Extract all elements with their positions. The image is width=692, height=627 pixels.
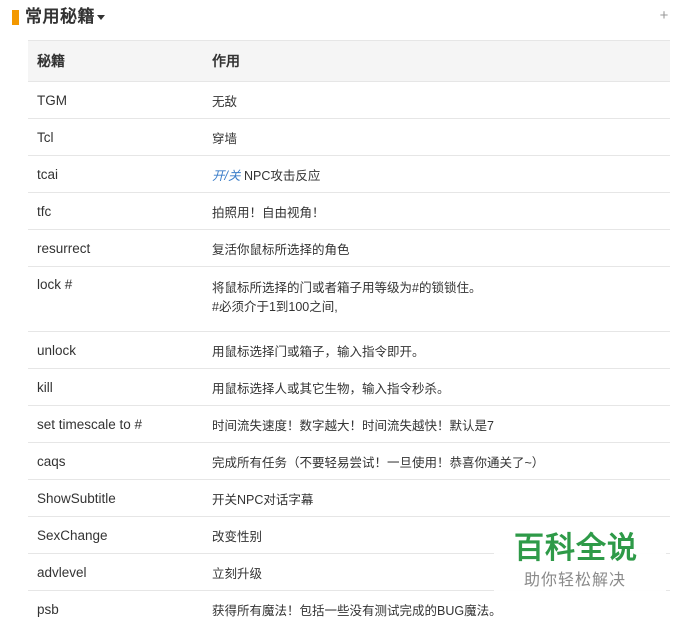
cheat-effect: 穿墙 — [203, 118, 670, 156]
cheat-code: ShowSubtitle — [28, 479, 203, 517]
watermark-subtitle: 助你轻松解决 — [524, 572, 627, 589]
table-row: caqs 完成所有任务（不要轻易尝试！一旦使用！恭喜你通关了~） — [28, 442, 670, 480]
cheat-code: unlock — [28, 331, 203, 369]
page: 常用秘籍 + 秘籍 作用 TGM 无敌 Tcl 穿墙 tcai 开/关 NPC攻… — [0, 0, 692, 627]
caret-down-icon[interactable] — [97, 15, 105, 20]
cheat-effect-line-1: 将鼠标所选择的门或者箱子用等级为#的锁锁住。 — [212, 281, 482, 295]
cheat-effect-line-2: #必须介于1到100之间, — [212, 300, 338, 314]
cheat-code: caqs — [28, 442, 203, 480]
cheat-code: set timescale to # — [28, 405, 203, 443]
cheat-code: psb — [28, 590, 203, 627]
cheat-effect-text: NPC攻击反应 — [240, 168, 321, 183]
table-row: tcai 开/关 NPC攻击反应 — [28, 155, 670, 193]
table-row: Tcl 穿墙 — [28, 118, 670, 156]
table-row: ShowSubtitle 开关NPC对话字幕 — [28, 479, 670, 517]
cheat-code: tcai — [28, 155, 203, 193]
cheat-effect: 完成所有任务（不要轻易尝试！一旦使用！恭喜你通关了~） — [203, 442, 670, 480]
table-row: unlock 用鼠标选择门或箱子，输入指令即开。 — [28, 331, 670, 369]
cheat-effect: 将鼠标所选择的门或者箱子用等级为#的锁锁住。 #必须介于1到100之间, — [203, 266, 670, 332]
cheat-effect: 无敌 — [203, 81, 670, 119]
cheat-effect: 复活你鼠标所选择的角色 — [203, 229, 670, 267]
cheat-code: lock # — [28, 266, 203, 332]
table-row: kill 用鼠标选择人或其它生物，输入指令秒杀。 — [28, 368, 670, 406]
cheat-code: Tcl — [28, 118, 203, 156]
cheat-code: tfc — [28, 192, 203, 230]
cheat-code: TGM — [28, 81, 203, 119]
cheat-code: resurrect — [28, 229, 203, 267]
table-row: set timescale to # 时间流失速度！数字越大！时间流失越快！默认… — [28, 405, 670, 443]
section-header: 常用秘籍 + — [0, 0, 692, 36]
table-header-row: 秘籍 作用 — [28, 40, 670, 82]
table-row: resurrect 复活你鼠标所选择的角色 — [28, 229, 670, 267]
cheat-effect: 拍照用！自由视角！ — [203, 192, 670, 230]
table-row: tfc 拍照用！自由视角！ — [28, 192, 670, 230]
table-row: lock # 将鼠标所选择的门或者箱子用等级为#的锁锁住。 #必须介于1到100之… — [28, 266, 670, 332]
cheat-effect: 用鼠标选择人或其它生物，输入指令秒杀。 — [203, 368, 670, 406]
cheat-effect: 开关NPC对话字幕 — [203, 479, 670, 517]
section-title[interactable]: 常用秘籍 — [25, 6, 95, 28]
cheat-code: advlevel — [28, 553, 203, 591]
column-header-effect: 作用 — [203, 40, 670, 82]
watermark-logo: 百科全说 助你轻松解决 — [494, 518, 666, 602]
plus-icon[interactable]: + — [656, 5, 672, 27]
toggle-link[interactable]: 开/关 — [212, 169, 240, 183]
cheat-effect: 开/关 NPC攻击反应 — [203, 155, 670, 193]
table-row: TGM 无敌 — [28, 81, 670, 119]
watermark-title: 百科全说 — [514, 532, 638, 565]
column-header-code: 秘籍 — [28, 40, 203, 82]
section-marker — [12, 10, 19, 25]
cheat-code: SexChange — [28, 516, 203, 554]
cheat-code: kill — [28, 368, 203, 406]
cheat-effect: 时间流失速度！数字越大！时间流失越快！默认是7 — [203, 405, 670, 443]
cheat-effect: 用鼠标选择门或箱子，输入指令即开。 — [203, 331, 670, 369]
